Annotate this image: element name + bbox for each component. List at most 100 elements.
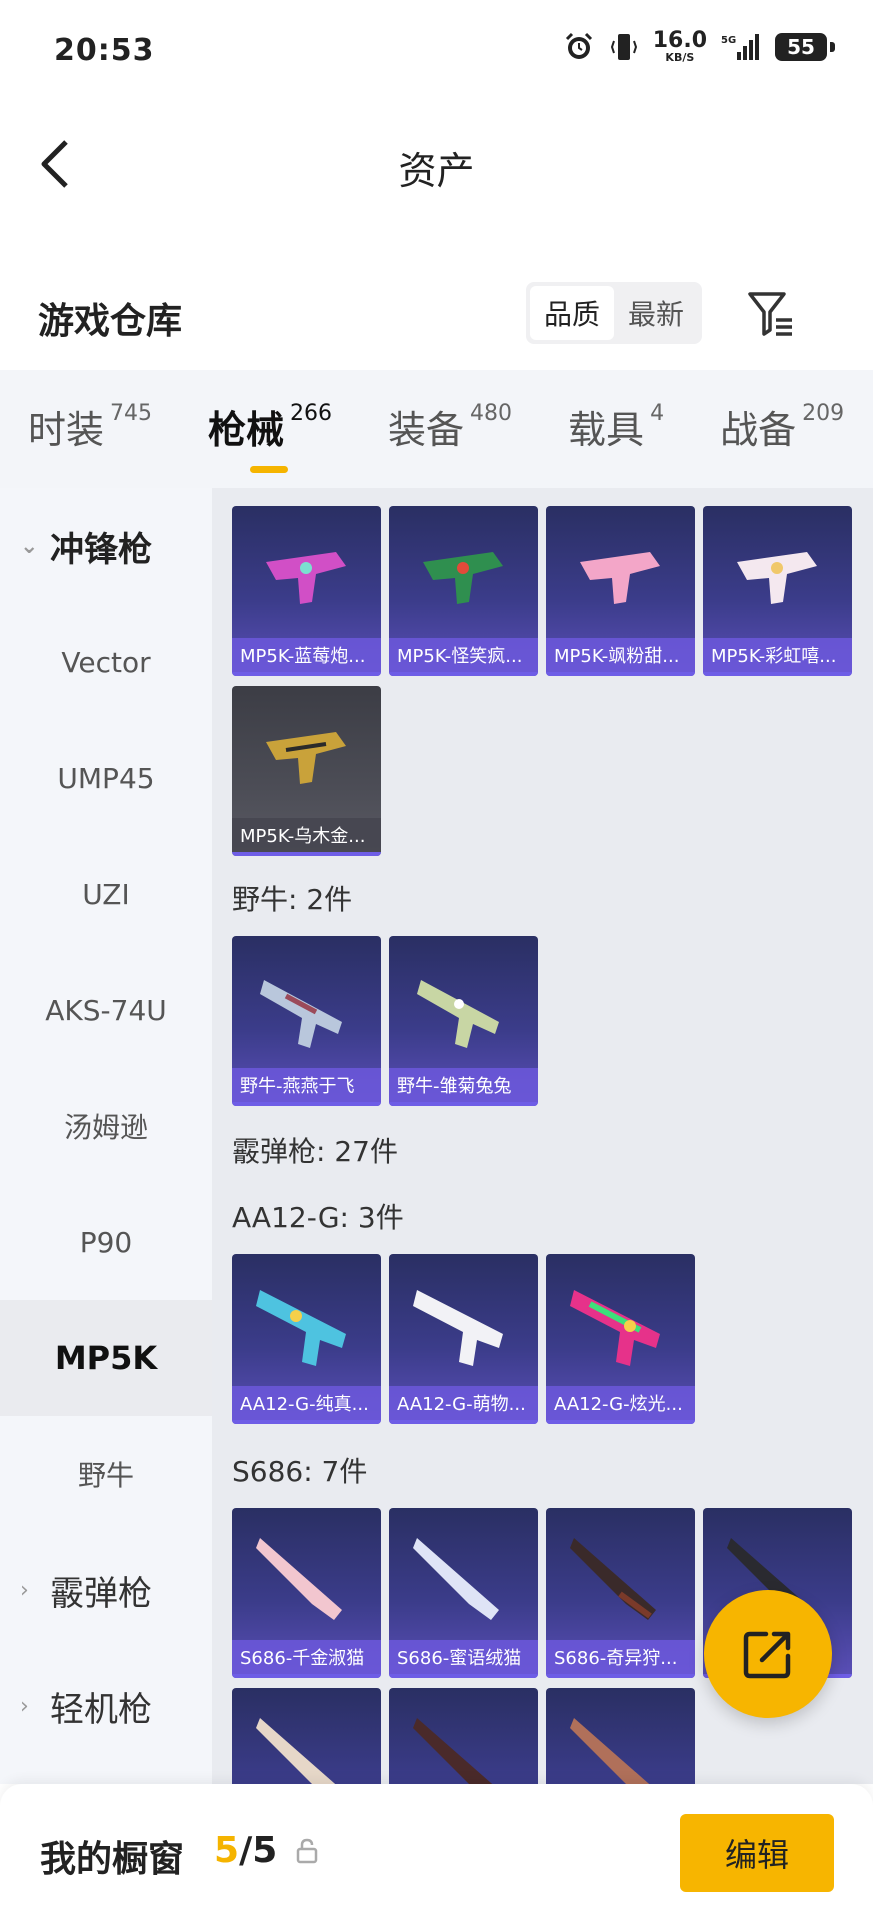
- item-card[interactable]: S686-奇异狩...: [546, 1508, 695, 1678]
- aa12-grid: AA12-G-纯真... AA12-G-萌物... AA12-G-炫光...: [232, 1254, 872, 1434]
- tab-label: 时装: [28, 408, 105, 452]
- item-card[interactable]: AA12-G-炫光...: [546, 1254, 695, 1424]
- gun-image-icon: [737, 552, 817, 604]
- tab-supplies[interactable]: 战备 209: [720, 399, 844, 459]
- sidebar-item-thompson[interactable]: 汤姆逊: [0, 1068, 212, 1184]
- tab-count: 266: [290, 401, 333, 426]
- edit-button[interactable]: 编辑: [680, 1814, 834, 1892]
- tab-vehicles[interactable]: 载具 4: [568, 399, 664, 459]
- showcase-count: 5/5: [214, 1830, 277, 1871]
- item-card[interactable]: MP5K-乌木金...: [232, 686, 381, 856]
- item-name: MP5K-蓝莓炮...: [232, 638, 381, 672]
- item-card[interactable]: 野牛-雏菊兔兔: [389, 936, 538, 1106]
- signal-icon: 5G: [721, 33, 759, 60]
- item-name: AA12-G-纯真...: [232, 1386, 381, 1420]
- item-name: MP5K-怪笑疯...: [389, 638, 538, 672]
- item-name: 野牛-燕燕于飞: [232, 1068, 381, 1102]
- gun-image-icon: [266, 732, 346, 784]
- shotgun-group-label: 霰弹枪: 27件: [232, 1135, 398, 1168]
- item-name: MP5K-飒粉甜...: [546, 638, 695, 672]
- bizon-grid: 野牛-燕燕于飞 野牛-雏菊兔兔: [232, 936, 872, 1116]
- item-card[interactable]: [389, 1688, 538, 1784]
- category-tabs: 时装 745 枪械 266 装备 480 载具 4 战备 209: [0, 370, 873, 488]
- item-card[interactable]: AA12-G-萌物...: [389, 1254, 538, 1424]
- tab-label: 枪械: [208, 408, 285, 452]
- page-title: 资产: [398, 149, 475, 193]
- item-card[interactable]: MP5K-彩虹嘻...: [703, 506, 852, 676]
- item-card[interactable]: [546, 1688, 695, 1784]
- tab-fashion[interactable]: 时装 745: [28, 399, 152, 459]
- sidebar-item-uzi[interactable]: UZI: [0, 836, 212, 952]
- sidebar-group-label: 轻机枪: [50, 1689, 152, 1730]
- item-card[interactable]: AA12-G-纯真...: [232, 1254, 381, 1424]
- sidebar-group-lmg[interactable]: › 轻机枪: [0, 1648, 212, 1764]
- tab-count: 480: [470, 401, 513, 426]
- sidebar-group-shotgun[interactable]: › 霰弹枪: [0, 1532, 212, 1648]
- section-header: 游戏仓库 品质 最新: [0, 270, 873, 360]
- item-card[interactable]: MP5K-飒粉甜...: [546, 506, 695, 676]
- filter-icon: [748, 292, 792, 336]
- item-card[interactable]: MP5K-蓝莓炮...: [232, 506, 381, 676]
- showcase-current: 5: [214, 1830, 240, 1871]
- bizon-group-label: 野牛: 2件: [232, 883, 353, 916]
- sidebar-group-label: 霰弹枪: [50, 1573, 152, 1614]
- status-icons: 16.0 KB/S 5G 55: [563, 28, 835, 64]
- tab-label: 装备: [388, 408, 465, 452]
- share-fab[interactable]: [704, 1590, 832, 1718]
- mp5k-grid: MP5K-蓝莓炮... MP5K-怪笑疯... MP5K-飒粉甜... MP5K…: [232, 506, 872, 866]
- tab-label: 战备: [720, 408, 797, 452]
- net-speed-unit: KB/S: [665, 51, 695, 64]
- aa12-group-label: AA12-G: 3件: [232, 1201, 404, 1234]
- gun-image-icon: [266, 552, 346, 604]
- chevron-down-icon: ⌄: [20, 533, 39, 559]
- gun-image-icon: [570, 1718, 650, 1784]
- lock-icon: [296, 1838, 318, 1864]
- weapon-sidebar: ⌄ 冲锋枪 Vector UMP45 UZI AKS-74U 汤姆逊 P90 M…: [0, 488, 212, 1784]
- chevron-right-icon: ›: [20, 1693, 29, 1719]
- item-name: AA12-G-萌物...: [389, 1386, 538, 1420]
- section-title: 游戏仓库: [38, 301, 183, 342]
- svg-text:5G: 5G: [721, 35, 736, 46]
- gun-image-icon: [413, 1718, 493, 1784]
- filter-button[interactable]: [744, 286, 800, 342]
- item-card[interactable]: [232, 1688, 381, 1784]
- net-speed-value: 16.0: [652, 28, 707, 53]
- tab-firearms[interactable]: 枪械 266: [208, 399, 333, 473]
- item-name: S686-千金淑猫: [232, 1640, 381, 1674]
- sidebar-item-vector[interactable]: Vector: [0, 604, 212, 720]
- sidebar-item-bizon[interactable]: 野牛: [0, 1416, 212, 1532]
- gun-image-icon: [417, 980, 499, 1048]
- sidebar-group-smg[interactable]: ⌄ 冲锋枪: [0, 488, 212, 604]
- showcase-total: /5: [239, 1830, 278, 1871]
- item-card[interactable]: S686-蜜语绒猫: [389, 1508, 538, 1678]
- tab-equipment[interactable]: 装备 480: [388, 399, 512, 459]
- showcase-label: 我的橱窗: [40, 1839, 185, 1880]
- item-card[interactable]: S686-千金淑猫: [232, 1508, 381, 1678]
- item-card[interactable]: 野牛-燕燕于飞: [232, 936, 381, 1106]
- gun-image-icon: [260, 980, 342, 1048]
- s686-group-label: S686: 7件: [232, 1455, 368, 1488]
- net-speed: 16.0 KB/S: [652, 28, 707, 64]
- sidebar-item-aks74u[interactable]: AKS-74U: [0, 952, 212, 1068]
- gun-image-icon: [570, 1290, 660, 1366]
- sidebar-item-p90[interactable]: P90: [0, 1184, 212, 1300]
- vibrate-icon: [610, 33, 637, 60]
- gun-image-icon: [256, 1538, 342, 1620]
- sort-newest-button[interactable]: 最新: [614, 286, 698, 340]
- gun-image-icon: [580, 552, 660, 604]
- share-icon: [743, 1631, 791, 1679]
- gun-image-icon: [570, 1538, 656, 1620]
- gun-image-icon: [256, 1290, 346, 1366]
- gun-image-icon: [256, 1718, 336, 1784]
- tab-label: 载具: [568, 408, 645, 452]
- sidebar-item-mp5k[interactable]: MP5K: [0, 1300, 212, 1416]
- gun-image-icon: [423, 552, 503, 604]
- battery-icon: 55: [775, 32, 835, 61]
- sort-quality-button[interactable]: 品质: [530, 286, 614, 340]
- item-name: S686-蜜语绒猫: [389, 1640, 538, 1674]
- showcase-bar: 我的橱窗 5/5 编辑: [0, 1784, 873, 1920]
- sidebar-item-ump45[interactable]: UMP45: [0, 720, 212, 836]
- gun-image-icon: [413, 1538, 499, 1620]
- item-card[interactable]: MP5K-怪笑疯...: [389, 506, 538, 676]
- alarm-icon: [565, 32, 592, 59]
